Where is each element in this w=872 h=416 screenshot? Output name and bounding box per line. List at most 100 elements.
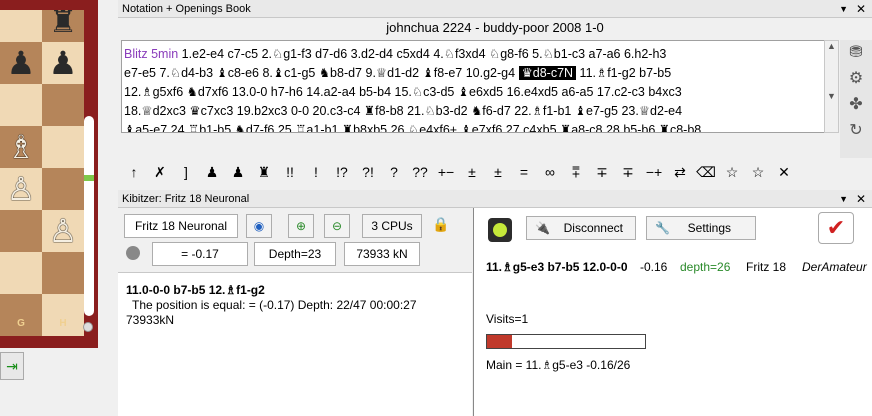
board-square[interactable] <box>0 84 42 126</box>
disconnect-label: Disconnect <box>563 221 623 235</box>
annotation-symbol[interactable]: ± <box>485 164 511 180</box>
cpu-count-button[interactable]: 3 CPUs <box>362 214 422 238</box>
kibitzer-pane: Kibitzer: Fritz 18 Neuronal ▼ ✕ Fritz 18… <box>118 190 872 416</box>
plug-icon: 🔌 <box>535 221 550 235</box>
move-line[interactable]: Blitz 5min 1.e2-e4 c7-c5 2.♘g1-f3 d7-d6 … <box>124 45 824 64</box>
principal-variation: 11.0-0-0 b7-b5 12.♗f1-g2 <box>126 283 265 297</box>
annotation-symbol[interactable]: ✕ <box>771 164 797 181</box>
move-line[interactable]: 12.♗g5xf6 ♞d7xf6 13.0-0 h7-h6 14.a2-a4 b… <box>124 83 824 102</box>
annotation-symbol[interactable]: ♜ <box>251 164 277 181</box>
board-square[interactable] <box>0 10 42 42</box>
assessment-line: The position is equal: = (-0.17) Depth: … <box>132 298 417 312</box>
board-square[interactable] <box>0 210 42 252</box>
annotation-symbol[interactable]: +− <box>433 164 459 180</box>
fan-icon[interactable]: ✤ <box>840 92 872 118</box>
settings-button[interactable]: 🔧 Settings <box>646 216 756 240</box>
chess-board[interactable]: ♜ ♟ ♟ ♗ ♙ ♙ <box>0 10 84 336</box>
white-bishop[interactable]: ♗ <box>0 126 42 168</box>
annotation-symbol[interactable]: ± <box>459 164 485 180</box>
annotation-symbol[interactable]: ✗ <box>147 164 173 181</box>
black-rook[interactable]: ♜ <box>42 10 84 42</box>
event-label: Blitz 5min <box>124 47 179 61</box>
annotation-symbol[interactable]: ∓ <box>615 164 641 181</box>
board-slider-thumb[interactable] <box>84 175 94 181</box>
selected-move[interactable]: ♛d8-c7N <box>518 66 577 80</box>
annotation-symbol[interactable]: ☆ <box>745 164 771 181</box>
game-header: johnchua 2224 - buddy-poor 2008 1-0 <box>386 20 604 35</box>
annotation-symbol[interactable]: ↑ <box>121 164 147 180</box>
node-count: 73933kN <box>126 313 175 327</box>
white-pawn[interactable]: ♙ <box>0 168 42 210</box>
annotation-symbol[interactable]: −+ <box>641 164 667 180</box>
annotation-symbol[interactable]: ] <box>173 164 199 180</box>
annotation-symbol[interactable]: ?! <box>355 164 381 180</box>
chevron-down-icon[interactable]: ▼ <box>839 190 848 208</box>
annotation-symbol[interactable]: ⩱ <box>563 164 589 181</box>
wrench-icon: 🔧 <box>655 221 670 235</box>
move-text[interactable]: 18.♕d2xc3 ♛c7xc3 19.b2xc3 0-0 20.c3-c4 ♜… <box>124 104 682 118</box>
annotation-symbol[interactable]: !? <box>329 164 355 180</box>
remote-user: DerAmateur <box>802 260 867 274</box>
visits-progress-bar <box>486 334 646 349</box>
annotation-toolbar: ↑ ✗] ♟ ♟ ♜!!!!??!??? +− ± ± = ∞ ⩱ ∓ ∓ −+ ⇄ ⌫ ☆ ☆ ✕ <box>121 160 833 184</box>
annotation-symbol[interactable]: ∓ <box>589 164 615 181</box>
move-text[interactable]: e7-e5 7.♘d4-b3 ♝c8-e6 8.♝c1-g5 ♞b8-d7 9.… <box>124 66 519 80</box>
white-pawn[interactable]: ♙ <box>42 210 84 252</box>
file-label-h: H <box>59 318 67 329</box>
annotation-symbol[interactable]: ⇄ <box>667 164 693 181</box>
file-label-g: G <box>17 318 25 329</box>
annotation-symbol[interactable]: ∞ <box>537 164 563 180</box>
book-icon[interactable]: ⛃ <box>840 40 872 66</box>
disconnect-button[interactable]: 🔌 Disconnect <box>526 216 636 240</box>
close-icon[interactable]: ✕ <box>856 0 866 18</box>
exit-icon[interactable]: ⇥ <box>0 352 24 380</box>
annotation-symbol[interactable]: ? <box>381 164 407 180</box>
board-square[interactable] <box>42 168 84 210</box>
move-text[interactable]: 1.e2-e4 c7-c5 2.♘g1-f3 d7-d6 3.d2-d4 c5x… <box>182 47 667 61</box>
stop-icon[interactable]: ◉ <box>246 214 272 238</box>
status-dot <box>126 246 140 260</box>
annotation-symbol[interactable]: ♟ <box>199 164 225 181</box>
move-text[interactable]: 11.♗f1-g2 b7-b5 <box>576 66 672 80</box>
board-square[interactable] <box>42 252 84 294</box>
remote-depth: depth=26 <box>680 260 731 274</box>
close-icon[interactable]: ✕ <box>856 190 866 208</box>
visits-label: Visits=1 <box>486 312 529 326</box>
visits-progress-fill <box>487 335 513 348</box>
annotation-symbol[interactable]: ?? <box>407 164 433 180</box>
board-file-labels: G H <box>0 318 84 332</box>
move-text[interactable]: 12.♗g5xf6 ♞d7xf6 13.0-0 h7-h6 14.a2-a4 b… <box>124 85 682 99</box>
annotation-symbol[interactable]: ♟ <box>225 164 251 181</box>
chevron-down-icon[interactable]: ▼ <box>839 0 848 18</box>
connection-status-icon <box>488 218 512 242</box>
move-line[interactable]: ♝a5-e7 24.♖b1-b5 ♞d7-f6 25.♖a1-b1 ♜b8xb5… <box>124 121 824 132</box>
notation-header: Notation + Openings Book ▼ ✕ <box>118 0 872 18</box>
move-list[interactable]: Blitz 5min 1.e2-e4 c7-c5 2.♘g1-f3 d7-d6 … <box>121 40 825 133</box>
move-line[interactable]: 18.♕d2xc3 ♛c7xc3 19.b2xc3 0-0 20.c3-c4 ♜… <box>124 102 824 121</box>
annotation-symbol[interactable]: = <box>511 164 537 180</box>
engine-name-button[interactable]: Fritz 18 Neuronal <box>124 214 238 238</box>
refresh-icon[interactable]: ↻ <box>840 118 872 144</box>
move-line[interactable]: e7-e5 7.♘d4-b3 ♝c8-e6 8.♝c1-g5 ♞b8-d7 9.… <box>124 64 824 83</box>
lock-icon[interactable]: 🔒 <box>432 216 449 233</box>
checkmark-icon[interactable]: ✔ <box>818 212 854 244</box>
move-text[interactable]: ♝a5-e7 24.♖b1-b5 ♞d7-f6 25.♖a1-b1 ♜b8xb5… <box>124 123 701 132</box>
black-pawn[interactable]: ♟ <box>42 42 84 84</box>
board-square[interactable] <box>42 84 84 126</box>
move-list-scrollbar[interactable]: ▲ ▼ <box>824 40 839 133</box>
annotation-symbol[interactable]: ! <box>303 164 329 180</box>
annotation-symbol[interactable]: ⌫ <box>693 164 719 181</box>
analysis-output: 11.0-0-0 b7-b5 12.♗f1-g2 The position is… <box>118 272 472 416</box>
engine-icon[interactable]: ⚙ <box>840 66 872 92</box>
zoom-out-icon[interactable]: ⊖ <box>324 214 350 238</box>
zoom-in-icon[interactable]: ⊕ <box>288 214 314 238</box>
board-slider[interactable] <box>84 116 94 316</box>
kibitzer-title: Kibitzer: Fritz 18 Neuronal <box>122 193 250 205</box>
black-pawn[interactable]: ♟ <box>0 42 42 84</box>
annotation-symbol[interactable]: ☆ <box>719 164 745 181</box>
board-square[interactable] <box>42 126 84 168</box>
board-square[interactable] <box>0 252 42 294</box>
annotation-symbol[interactable]: !! <box>277 164 303 180</box>
remote-engine-name: Fritz 18 <box>746 260 787 274</box>
board-resize-handle[interactable] <box>83 322 93 332</box>
